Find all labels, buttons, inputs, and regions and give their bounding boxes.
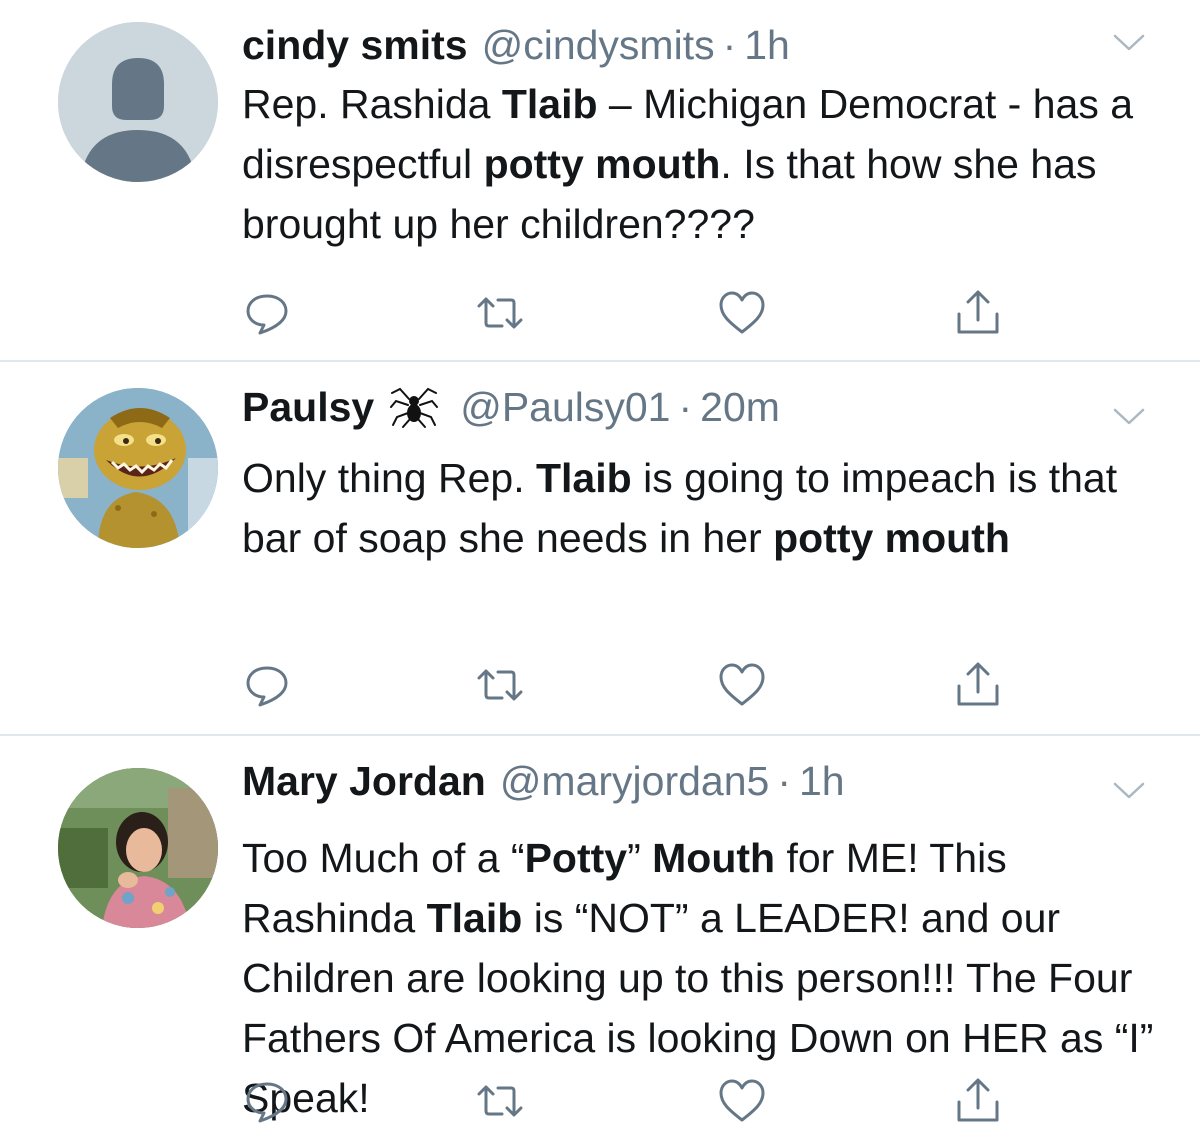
- tweet-header: Mary Jordan @maryjordan5 · 1h: [242, 754, 845, 808]
- chevron-down-icon[interactable]: [1112, 32, 1146, 54]
- tweet[interactable]: Mary Jordan @maryjordan5 · 1h Too Much o…: [0, 736, 1200, 1143]
- retweet-icon[interactable]: [475, 1076, 525, 1126]
- bold-text-run: potty mouth: [773, 515, 1010, 561]
- avatar[interactable]: [58, 768, 218, 928]
- display-name[interactable]: cindy smits: [242, 18, 468, 72]
- text-run: Rep. Rashida: [242, 81, 502, 127]
- heart-icon[interactable]: [717, 288, 767, 338]
- heart-icon[interactable]: [717, 1076, 767, 1126]
- heart-icon[interactable]: [717, 660, 767, 710]
- user-handle[interactable]: @cindysmits: [482, 18, 715, 72]
- default-avatar-icon: [58, 22, 218, 182]
- bold-text-run: Tlaib: [501, 81, 598, 127]
- tweet-header: cindy smits @cindysmits · 1h: [242, 18, 790, 72]
- chevron-down-icon[interactable]: [1112, 780, 1146, 802]
- timestamp[interactable]: 20m: [700, 380, 780, 434]
- photo-avatar-image: [58, 768, 218, 928]
- separator: ·: [722, 22, 737, 68]
- user-handle[interactable]: @Paulsy01: [460, 380, 670, 434]
- timestamp[interactable]: 1h: [799, 754, 845, 808]
- text-run: Only thing Rep.: [242, 455, 536, 501]
- retweet-icon[interactable]: [475, 288, 525, 338]
- user-handle[interactable]: @maryjordan5: [500, 754, 770, 808]
- tweet[interactable]: cindy smits @cindysmits · 1h Rep. Rashid…: [0, 0, 1200, 362]
- text-run: Too Much of a “: [242, 835, 525, 881]
- tweet-actions: [242, 1076, 1012, 1126]
- bold-text-run: Tlaib: [536, 455, 632, 501]
- timestamp[interactable]: 1h: [744, 18, 790, 72]
- display-name[interactable]: Mary Jordan: [242, 754, 486, 808]
- tweet-actions: [242, 660, 1012, 710]
- bold-text-run: Potty: [524, 835, 628, 881]
- reply-icon[interactable]: [242, 660, 292, 710]
- bold-text-run: Mouth: [652, 835, 776, 881]
- spider-icon: [390, 385, 439, 429]
- separator: ·: [777, 758, 791, 804]
- tweet-text: Rep. Rashida Tlaib – Michigan Democrat -…: [242, 74, 1162, 254]
- bold-text-run: Tlaib: [426, 895, 523, 941]
- tweet-header: Paulsy @Paulsy01 · 20m: [242, 380, 780, 434]
- cartoon-avatar-image: [58, 388, 218, 548]
- separator: ·: [678, 384, 693, 430]
- display-name[interactable]: Paulsy: [242, 380, 374, 434]
- retweet-icon[interactable]: [475, 660, 525, 710]
- share-icon[interactable]: [953, 1076, 1003, 1126]
- avatar[interactable]: [58, 22, 218, 182]
- bold-text-run: potty mouth: [483, 141, 721, 187]
- tweet[interactable]: Paulsy @Paulsy01 · 20m Only thing Rep. T…: [0, 362, 1200, 736]
- share-icon[interactable]: [953, 288, 1003, 338]
- chevron-down-icon[interactable]: [1112, 406, 1146, 428]
- avatar[interactable]: [58, 388, 218, 548]
- tweet-actions: [242, 288, 1012, 338]
- text-run: ”: [627, 835, 653, 881]
- reply-icon[interactable]: [242, 1076, 292, 1126]
- tweet-text: Only thing Rep. Tlaib is going to impeac…: [242, 448, 1162, 568]
- share-icon[interactable]: [953, 660, 1003, 710]
- reply-icon[interactable]: [242, 288, 292, 338]
